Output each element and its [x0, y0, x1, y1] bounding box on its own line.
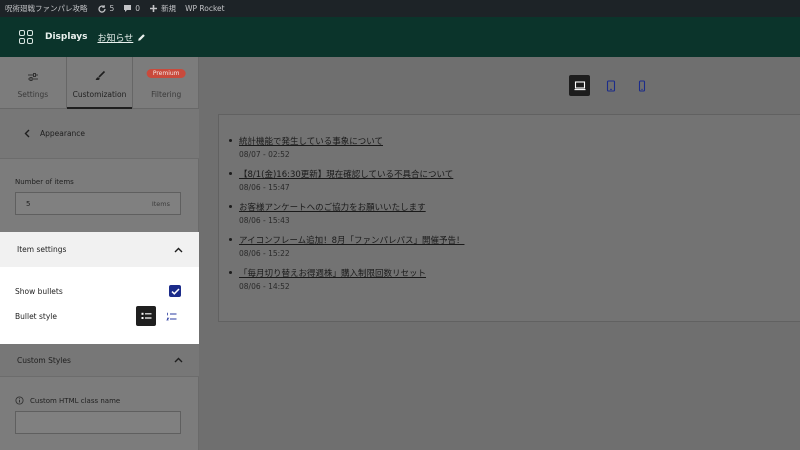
display-name-link[interactable]: お知らせ — [97, 31, 133, 44]
grid-icon[interactable] — [19, 30, 33, 44]
info-icon — [15, 396, 24, 405]
brush-icon — [95, 70, 105, 80]
plugin-header: Displays お知らせ — [0, 17, 800, 57]
html-class-label-row: Custom HTML class name — [15, 396, 120, 405]
list-item-date: 08/06 - 14:52 — [239, 282, 290, 291]
tab-customization[interactable]: Customization — [65, 57, 134, 109]
show-bullets-row: Show bullets — [15, 285, 181, 297]
list-item: 統計機能で発生している事象について 08/07 - 02:52 — [229, 135, 464, 159]
chevron-left-icon — [24, 129, 30, 138]
custom-styles-title: Custom Styles — [17, 355, 71, 365]
list-item-title[interactable]: 「毎月切り替えお得週株」購入制限回数リセット — [239, 267, 464, 279]
tab-customization-label: Customization — [72, 90, 127, 99]
site-name[interactable]: 呪術廻戦ファンパレ攻略 — [5, 3, 88, 14]
tab-settings-label: Settings — [17, 90, 49, 99]
admin-bar-wp-rocket[interactable]: WP Rocket — [185, 4, 225, 13]
sliders-icon — [27, 73, 38, 81]
show-bullets-label: Show bullets — [15, 286, 63, 296]
new-label: 新規 — [161, 4, 177, 13]
admin-bar-new[interactable]: 新規 — [149, 3, 176, 14]
list-item-date: 08/06 - 15:22 — [239, 249, 290, 258]
plugin-title[interactable]: Displays — [45, 32, 87, 42]
display-preview: 統計機能で発生している事象について 08/07 - 02:52 【8/1(金)1… — [218, 114, 800, 322]
admin-bar-comments[interactable]: 0 — [123, 4, 140, 13]
list-item-date: 08/06 - 15:43 — [239, 216, 290, 225]
bullet-style-label: Bullet style — [15, 311, 57, 321]
plus-icon — [150, 5, 158, 12]
custom-styles-toggle[interactable]: Custom Styles — [0, 344, 199, 377]
tab-filtering[interactable]: Premium Filtering — [133, 57, 199, 108]
show-bullets-checkbox[interactable] — [169, 285, 181, 297]
bullet-style-unordered-button[interactable] — [136, 306, 156, 326]
preview-list: 統計機能で発生している事象について 08/07 - 02:52 【8/1(金)1… — [229, 135, 464, 300]
number-of-items-input[interactable]: 5 Items — [15, 192, 181, 215]
tablet-view-button[interactable] — [600, 75, 621, 96]
refresh-icon — [97, 4, 106, 13]
check-icon — [170, 287, 180, 295]
item-settings-title: Item settings — [17, 245, 67, 254]
item-settings-toggle[interactable]: Item settings — [0, 232, 199, 267]
pencil-icon[interactable] — [137, 33, 146, 42]
bullet-style-row: Bullet style — [15, 306, 181, 326]
number-of-items-unit: Items — [151, 199, 170, 208]
panel-tabs: Settings Customization Premium Filtering — [0, 57, 199, 109]
list-item: 「毎月切り替えお得週株」購入制限回数リセット 08/06 - 14:52 — [229, 267, 464, 291]
list-numbered-icon — [165, 312, 176, 320]
tab-settings[interactable]: Settings — [0, 57, 66, 108]
item-settings-card: Item settings Show bullets Bullet style — [0, 232, 199, 344]
list-item-title[interactable]: アイコンフレーム追加！8月「ファンパレパス」開催予告！ — [239, 234, 464, 246]
chevron-up-icon — [174, 357, 183, 363]
tablet-icon — [606, 79, 615, 92]
admin-bar-updates[interactable]: 5 — [97, 4, 115, 14]
list-item-title[interactable]: お客様アンケートへのご協力をお願いいたします — [239, 201, 464, 213]
list-item-date: 08/07 - 02:52 — [239, 150, 290, 159]
tab-filtering-label: Filtering — [151, 90, 182, 99]
html-class-input[interactable] — [15, 411, 181, 434]
desktop-icon — [574, 80, 585, 90]
premium-badge: Premium — [146, 69, 186, 78]
list-item: 【8/1(金)16:30更新】現在確認している不具合について 08/06 - 1… — [229, 168, 464, 192]
desktop-view-button[interactable] — [569, 75, 590, 96]
device-switcher — [569, 75, 652, 96]
admin-bar: 呪術廻戦ファンパレ攻略 5 0 新規 WP Rocket — [0, 0, 800, 17]
list-bullet-icon — [141, 312, 151, 319]
mobile-icon — [638, 79, 645, 92]
list-item-date: 08/06 - 15:47 — [239, 183, 290, 192]
list-item: アイコンフレーム追加！8月「ファンパレパス」開催予告！ 08/06 - 15:2… — [229, 234, 464, 258]
admin-bar-site-link[interactable]: 呪術廻戦ファンパレ攻略 — [5, 3, 88, 14]
bullet-style-options — [136, 306, 181, 326]
updates-count: 5 — [109, 4, 115, 13]
html-class-label: Custom HTML class name — [30, 396, 121, 405]
list-item-title[interactable]: 【8/1(金)16:30更新】現在確認している不具合について — [239, 168, 464, 180]
number-of-items-label: Number of items — [15, 178, 74, 186]
mobile-view-button[interactable] — [631, 75, 652, 96]
chevron-up-icon — [174, 247, 183, 252]
list-item: お客様アンケートへのご協力をお願いいたします 08/06 - 15:43 — [229, 201, 464, 225]
comment-icon — [124, 5, 132, 12]
list-item-title[interactable]: 統計機能で発生している事象について — [239, 135, 464, 147]
section-title: Appearance — [40, 129, 86, 138]
number-of-items-value: 5 — [26, 199, 31, 208]
appearance-back-button[interactable]: Appearance — [0, 109, 199, 159]
wp-rocket-label: WP Rocket — [185, 4, 225, 13]
bullet-style-ordered-button[interactable] — [161, 306, 181, 326]
comments-count: 0 — [135, 4, 141, 13]
